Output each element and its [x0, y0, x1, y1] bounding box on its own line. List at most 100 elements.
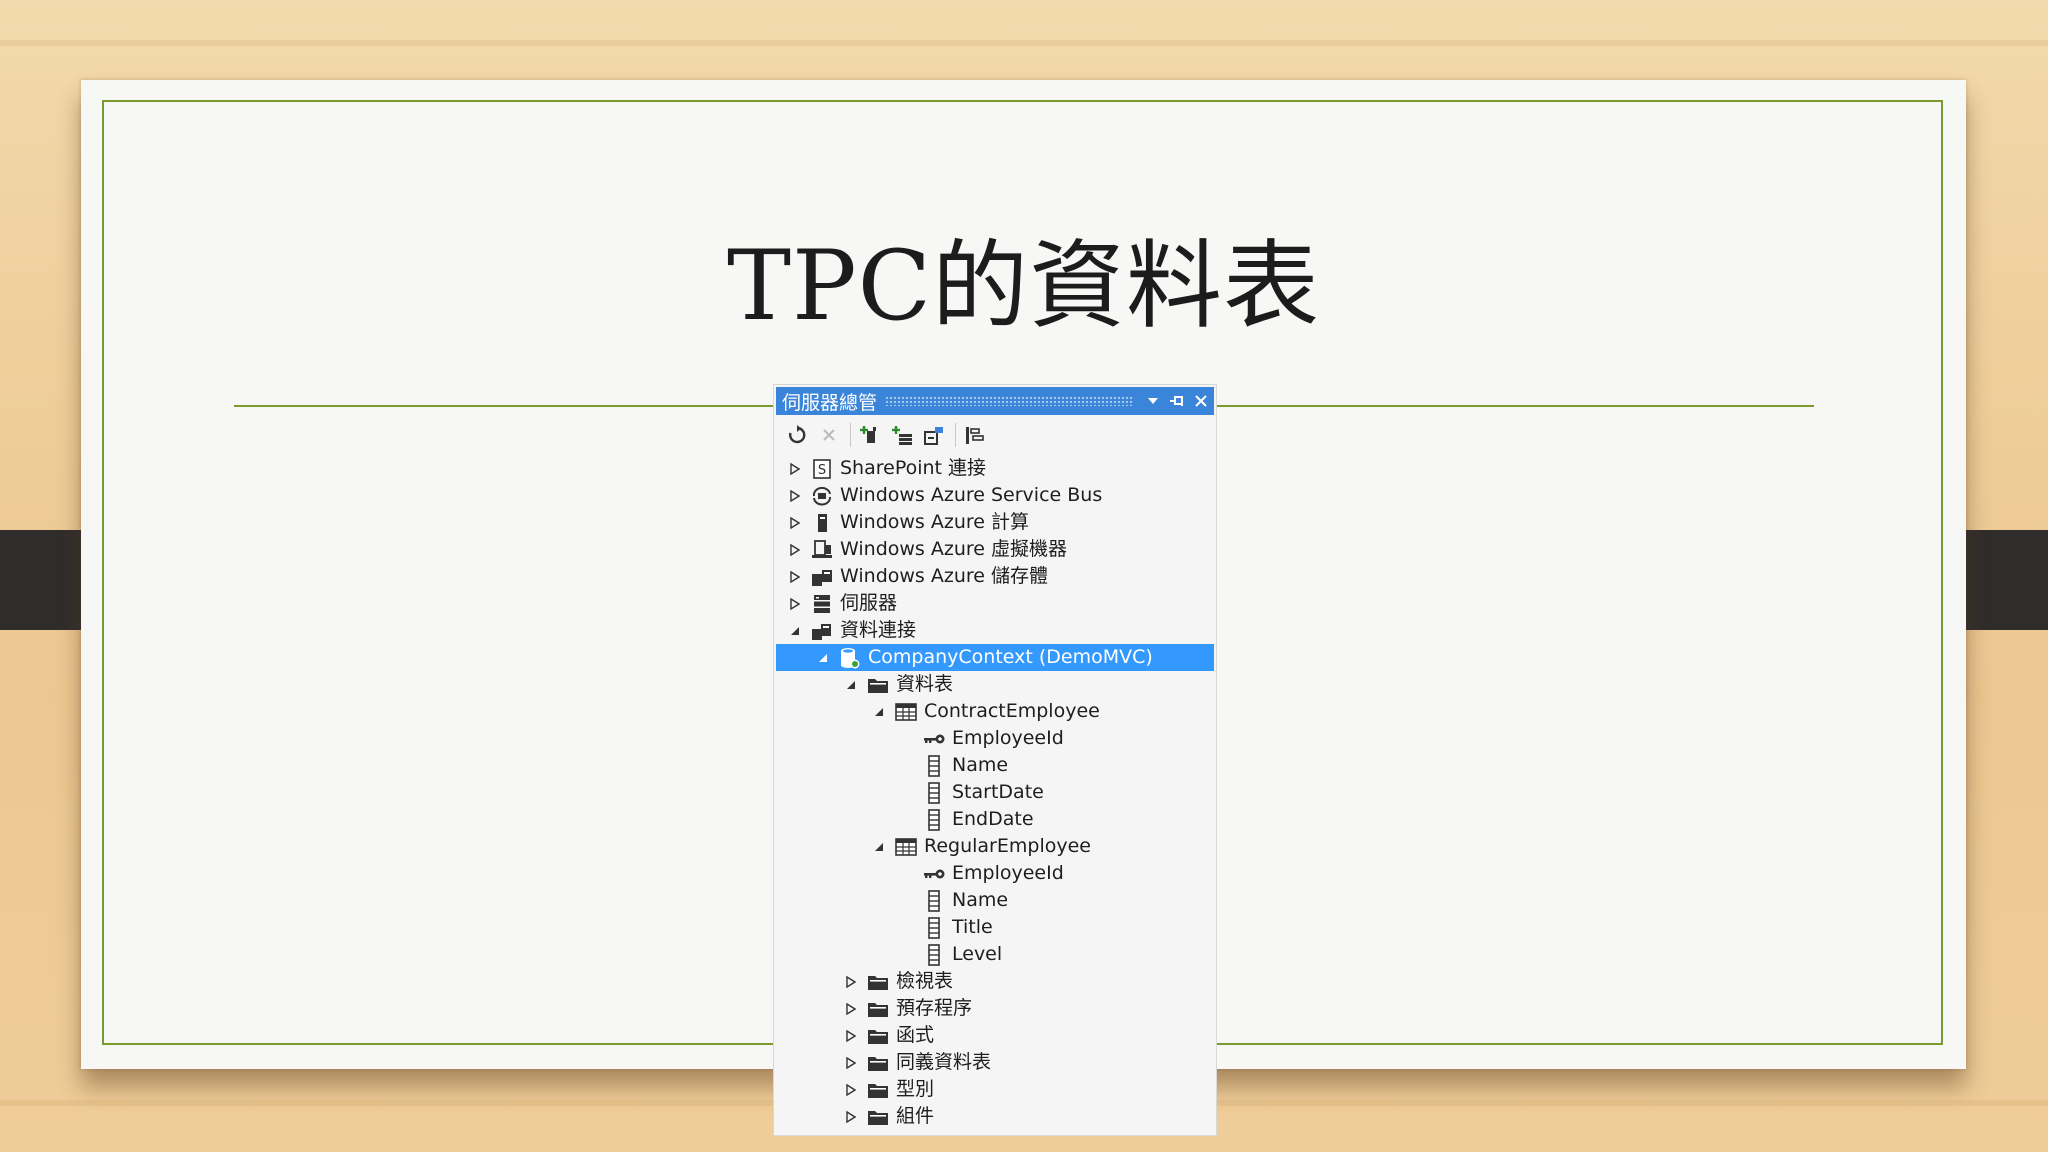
tree-item-label: 資料表 — [896, 673, 954, 695]
collapse-arrow-icon[interactable] — [816, 651, 830, 665]
collapse-arrow-icon[interactable] — [872, 705, 886, 719]
no-expander — [900, 813, 914, 827]
no-expander — [900, 732, 914, 746]
tree-item[interactable]: StartDate — [776, 779, 1214, 806]
tree-item[interactable]: EmployeeId — [776, 860, 1214, 887]
tree-item[interactable]: Name — [776, 887, 1214, 914]
toolbar-separator — [955, 423, 956, 447]
tree-item-label: Name — [952, 889, 1009, 911]
collapse-arrow-icon[interactable] — [788, 624, 802, 638]
expand-arrow-icon[interactable] — [844, 1002, 858, 1016]
server-explorer-toolbar — [776, 417, 1214, 453]
tree-item[interactable]: EmployeeId — [776, 725, 1214, 752]
tree-item-label: Title — [952, 916, 993, 938]
expand-arrow-icon[interactable] — [788, 462, 802, 476]
expand-arrow-icon[interactable] — [788, 570, 802, 584]
tree-item[interactable]: Level — [776, 941, 1214, 968]
connect-to-database-icon — [860, 426, 876, 443]
stop-icon — [823, 429, 835, 441]
pin-icon — [1170, 396, 1183, 406]
folder-icon — [866, 998, 890, 1020]
collapse-arrow-icon[interactable] — [844, 678, 858, 692]
tree-item-label: 伺服器 — [840, 592, 898, 614]
tree-item[interactable]: Windows Azure 計算 — [776, 509, 1214, 536]
tree-item[interactable]: 同義資料表 — [776, 1049, 1214, 1076]
refresh-button[interactable] — [784, 422, 810, 448]
tree-item-label: ContractEmployee — [924, 700, 1100, 722]
tree-item[interactable]: RegularEmployee — [776, 833, 1214, 860]
expand-arrow-icon[interactable] — [844, 1110, 858, 1124]
folder-icon — [866, 1079, 890, 1101]
virtual-machine-icon — [810, 539, 834, 561]
tree-item[interactable]: 預存程序 — [776, 995, 1214, 1022]
tree-item[interactable]: CompanyContext (DemoMVC) — [776, 644, 1214, 671]
table-icon — [894, 836, 918, 858]
tree-item[interactable]: 資料連接 — [776, 617, 1214, 644]
table-icon — [894, 701, 918, 723]
tree-item-label: 檢視表 — [896, 970, 954, 992]
tree-item[interactable]: Windows Azure 儲存體 — [776, 563, 1214, 590]
tree-item[interactable]: EndDate — [776, 806, 1214, 833]
no-expander — [900, 867, 914, 881]
titlebar-grip[interactable] — [885, 396, 1134, 406]
tree-item[interactable]: ContractEmployee — [776, 698, 1214, 725]
compute-icon — [810, 512, 834, 534]
expand-arrow-icon[interactable] — [844, 1083, 858, 1097]
expand-arrow-icon[interactable] — [788, 516, 802, 530]
tree-item[interactable]: 函式 — [776, 1022, 1214, 1049]
column-icon — [922, 916, 946, 939]
close-button[interactable] — [1190, 390, 1212, 412]
tree-item[interactable]: Title — [776, 914, 1214, 941]
tree-item[interactable]: Name — [776, 752, 1214, 779]
window-dropdown-button[interactable] — [1142, 390, 1164, 412]
pin-button[interactable] — [1166, 390, 1188, 412]
key-icon — [922, 863, 946, 885]
tree-item-label: Windows Azure 儲存體 — [840, 565, 1048, 587]
expand-arrow-icon[interactable] — [844, 975, 858, 989]
no-expander — [900, 921, 914, 935]
database-icon — [838, 647, 862, 669]
expand-arrow-icon[interactable] — [844, 1056, 858, 1070]
column-icon — [922, 943, 946, 966]
server-icon — [810, 593, 834, 615]
tree-item-label: Windows Azure Service Bus — [840, 484, 1103, 506]
tree-item[interactable]: Windows Azure Service Bus — [776, 482, 1214, 509]
tree-item[interactable]: Windows Azure 虛擬機器 — [776, 536, 1214, 563]
server-explorer-titlebar[interactable]: 伺服器總管 — [776, 387, 1214, 415]
server-explorer-title: 伺服器總管 — [782, 391, 878, 414]
tree-item-label: 型別 — [896, 1078, 935, 1100]
expand-arrow-icon[interactable] — [844, 1029, 858, 1043]
tree-item[interactable]: 資料表 — [776, 671, 1214, 698]
collapse-arrow-icon[interactable] — [872, 840, 886, 854]
connect-to-database-button[interactable] — [857, 422, 883, 448]
connect-to-server-button[interactable] — [889, 422, 915, 448]
tree-item-label: StartDate — [952, 781, 1044, 803]
server-explorer-panel: 伺服器總管 S SharePoint 連接 Windows Azure Serv… — [773, 384, 1217, 1136]
connect-to-sharepoint-icon — [924, 427, 943, 445]
tree-item[interactable]: S SharePoint 連接 — [776, 455, 1214, 482]
tree-item[interactable]: 型別 — [776, 1076, 1214, 1103]
tree-item-label: CompanyContext (DemoMVC) — [868, 646, 1153, 668]
stop-button[interactable] — [816, 422, 842, 448]
connect-to-sharepoint-button[interactable] — [921, 422, 947, 448]
properties-button[interactable] — [962, 422, 988, 448]
server-explorer-tree: S SharePoint 連接 Windows Azure Service Bus W… — [776, 455, 1214, 1130]
expand-arrow-icon[interactable] — [788, 489, 802, 503]
folder-icon — [866, 1052, 890, 1074]
expand-arrow-icon[interactable] — [788, 597, 802, 611]
tree-item-label: Windows Azure 虛擬機器 — [840, 538, 1067, 560]
key-icon — [922, 728, 946, 750]
tree-item-label: 資料連接 — [840, 619, 917, 641]
tree-item-label: RegularEmployee — [924, 835, 1091, 857]
column-icon — [922, 754, 946, 777]
folder-icon — [866, 971, 890, 993]
chevron-down-icon — [1148, 398, 1158, 404]
tree-item[interactable]: 檢視表 — [776, 968, 1214, 995]
tree-item-label: Name — [952, 754, 1009, 776]
expand-arrow-icon[interactable] — [788, 543, 802, 557]
folder-icon — [866, 1025, 890, 1047]
tree-item[interactable]: 伺服器 — [776, 590, 1214, 617]
tree-item-label: EndDate — [952, 808, 1034, 830]
tree-item[interactable]: 組件 — [776, 1103, 1214, 1130]
connect-to-server-icon — [892, 426, 912, 445]
